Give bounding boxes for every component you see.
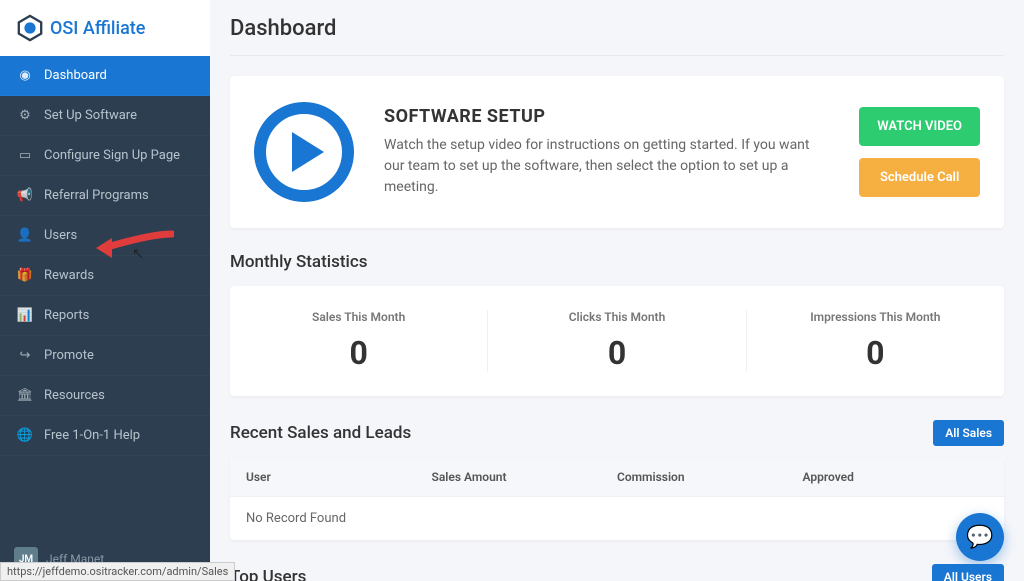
logo-icon xyxy=(16,14,44,42)
nav-referral-programs[interactable]: 📢Referral Programs xyxy=(0,176,210,216)
schedule-call-button[interactable]: Schedule Call xyxy=(859,158,980,197)
chat-button[interactable]: 💬 xyxy=(956,513,1004,561)
stat-impressions: Impressions This Month0 xyxy=(747,310,1004,372)
setup-body: Watch the setup video for instructions o… xyxy=(384,135,829,198)
stats-card: Sales This Month0 Clicks This Month0 Imp… xyxy=(230,286,1004,396)
recent-title: Recent Sales and Leads xyxy=(230,423,411,443)
top-users-title: Top Users xyxy=(230,567,306,581)
megaphone-icon: 📢 xyxy=(18,189,32,203)
logo[interactable]: OSI Affiliate xyxy=(0,0,210,56)
status-bar-url: https://jeffdemo.ositracker.com/admin/Sa… xyxy=(0,562,235,581)
table-row: No Record Found xyxy=(230,496,1004,540)
user-icon: 👤 xyxy=(18,229,32,243)
all-users-button[interactable]: All Users xyxy=(932,564,1004,581)
main-content: Dashboard SOFTWARE SETUP Watch the setup… xyxy=(210,0,1024,581)
stats-title: Monthly Statistics xyxy=(230,252,1004,272)
logo-text: OSI Affiliate xyxy=(50,18,145,39)
stat-clicks: Clicks This Month0 xyxy=(488,310,746,372)
cursor-pointer-icon: ↖ xyxy=(132,246,144,262)
dashboard-icon: ◉ xyxy=(18,69,32,83)
chat-icon: 💬 xyxy=(966,525,993,550)
resources-icon: 🏛 xyxy=(18,389,32,403)
all-sales-button[interactable]: All Sales xyxy=(933,420,1004,446)
chart-icon: 📊 xyxy=(18,309,32,323)
nav-help[interactable]: 🌐Free 1-On-1 Help xyxy=(0,416,210,456)
globe-icon: 🌐 xyxy=(18,429,32,443)
share-icon: ↪ xyxy=(18,349,32,363)
nav-promote[interactable]: ↪Promote xyxy=(0,336,210,376)
sidebar: OSI Affiliate ◉Dashboard ⚙Set Up Softwar… xyxy=(0,0,210,581)
setup-card: SOFTWARE SETUP Watch the setup video for… xyxy=(230,76,1004,228)
table-header: User Sales Amount Commission Approved xyxy=(230,458,1004,496)
nav-configure-signup[interactable]: ▭Configure Sign Up Page xyxy=(0,136,210,176)
nav-dashboard[interactable]: ◉Dashboard xyxy=(0,56,210,96)
gift-icon: 🎁 xyxy=(18,269,32,283)
play-button[interactable] xyxy=(254,102,354,202)
stat-sales: Sales This Month0 xyxy=(230,310,488,372)
nav-resources[interactable]: 🏛Resources xyxy=(0,376,210,416)
watch-video-button[interactable]: WATCH VIDEO xyxy=(859,107,980,146)
gear-icon: ⚙ xyxy=(18,109,32,123)
setup-heading: SOFTWARE SETUP xyxy=(384,106,829,127)
setup-text: SOFTWARE SETUP Watch the setup video for… xyxy=(384,106,829,198)
nav-setup-software[interactable]: ⚙Set Up Software xyxy=(0,96,210,136)
page-title: Dashboard xyxy=(230,12,1004,56)
play-icon xyxy=(292,132,324,172)
page-icon: ▭ xyxy=(18,149,32,163)
nav-reports[interactable]: 📊Reports xyxy=(0,296,210,336)
recent-table: User Sales Amount Commission Approved No… xyxy=(230,458,1004,540)
